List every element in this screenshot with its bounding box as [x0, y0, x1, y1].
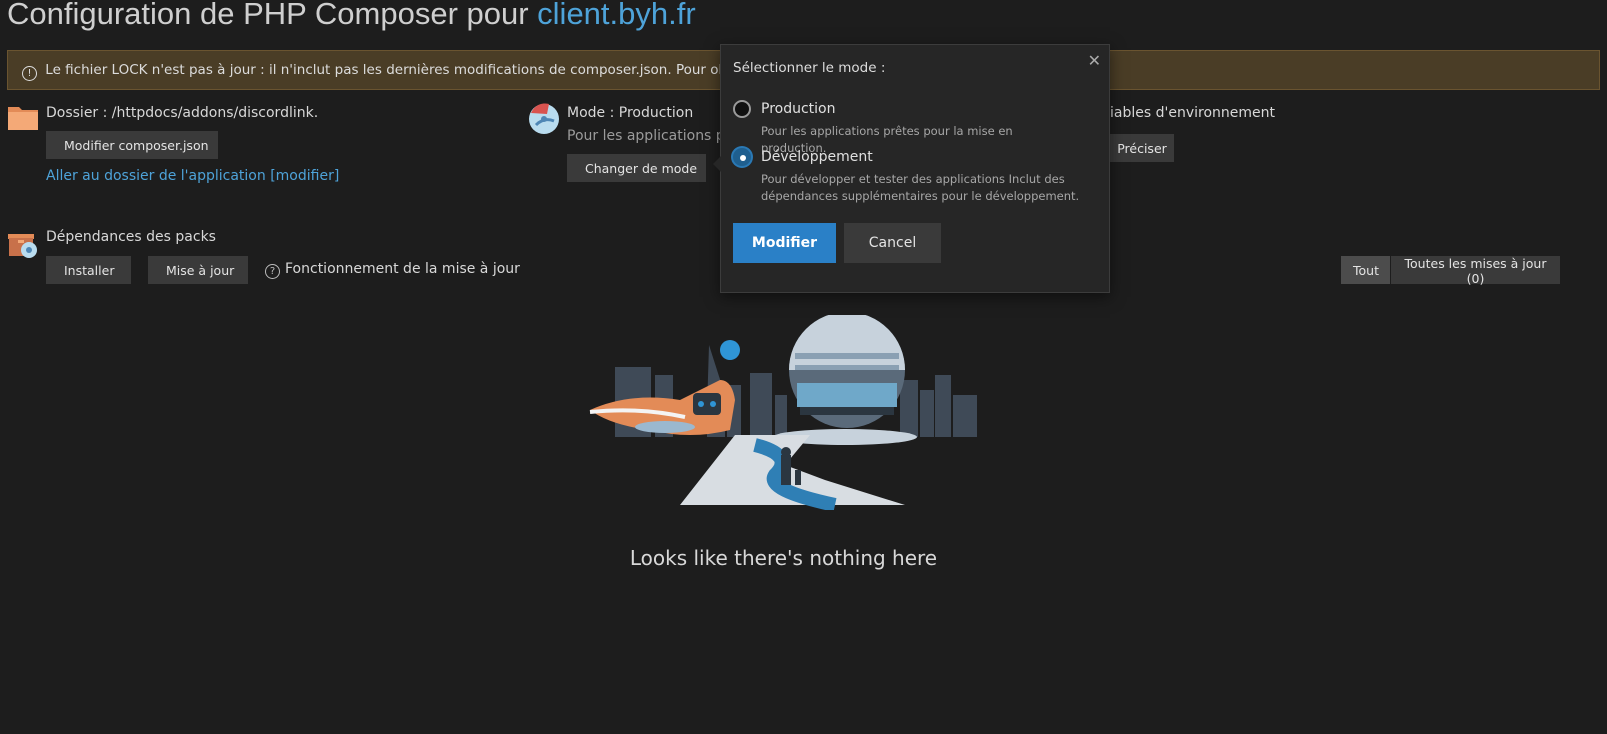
modify-mode-button[interactable]: Modifier: [733, 223, 836, 263]
change-mode-button[interactable]: Changer de mode: [567, 154, 706, 182]
edit-composer-json-button[interactable]: Modifier composer.json: [46, 131, 218, 159]
folder-icon: [8, 107, 38, 130]
specify-env-button[interactable]: Préciser: [1108, 134, 1174, 162]
alert-text: Le fichier LOCK n'est pas à jour : il n'…: [45, 62, 767, 78]
update-help-link[interactable]: ? Fonctionnement de la mise à jour: [265, 261, 520, 279]
filter-updates-button[interactable]: Toutes les mises à jour (0): [1391, 256, 1560, 286]
folder-path: Dossier : /httpdocs/addons/discordlink.: [46, 105, 319, 121]
dependencies-title: Dépendances des packs: [46, 229, 216, 245]
mode-select-popover: Sélectionner le mode : ✕ Production Pour…: [713, 44, 1110, 293]
open-app-folder-link[interactable]: Aller au dossier de l'application [modif…: [46, 168, 339, 184]
cancel-button[interactable]: Cancel: [844, 223, 941, 263]
mode-description: Pour les applications prê: [567, 128, 739, 144]
development-option-label[interactable]: Développement: [761, 149, 873, 165]
production-option-label[interactable]: Production: [761, 101, 835, 117]
development-radio[interactable]: [733, 148, 751, 166]
popover-title: Sélectionner le mode :: [733, 60, 886, 76]
close-icon[interactable]: ✕: [1088, 51, 1101, 70]
help-icon: ?: [265, 264, 280, 279]
mode-icon: [529, 103, 559, 134]
filter-all-button[interactable]: Tout: [1341, 256, 1390, 284]
update-button[interactable]: Mise à jour: [148, 256, 248, 284]
mode-label: Mode : Production: [567, 105, 694, 121]
popover-arrow: [713, 156, 721, 172]
domain-link[interactable]: client.byh.fr: [537, 0, 696, 31]
warning-icon: !: [22, 66, 37, 81]
install-button[interactable]: Installer: [46, 256, 131, 284]
production-radio[interactable]: [733, 100, 751, 118]
page-title: Configuration de PHP Composer pour clien…: [7, 0, 696, 32]
update-help-text: Fonctionnement de la mise à jour: [285, 261, 520, 277]
page-title-prefix: Configuration de PHP Composer pour: [7, 0, 538, 31]
development-option-description: Pour développer et tester des applicatio…: [761, 172, 1080, 203]
package-icon: [8, 234, 37, 258]
empty-state-illustration: [589, 315, 977, 510]
env-vars-label: iables d'environnement: [1110, 105, 1275, 121]
empty-state-text: Looks like there's nothing here: [629, 546, 938, 570]
